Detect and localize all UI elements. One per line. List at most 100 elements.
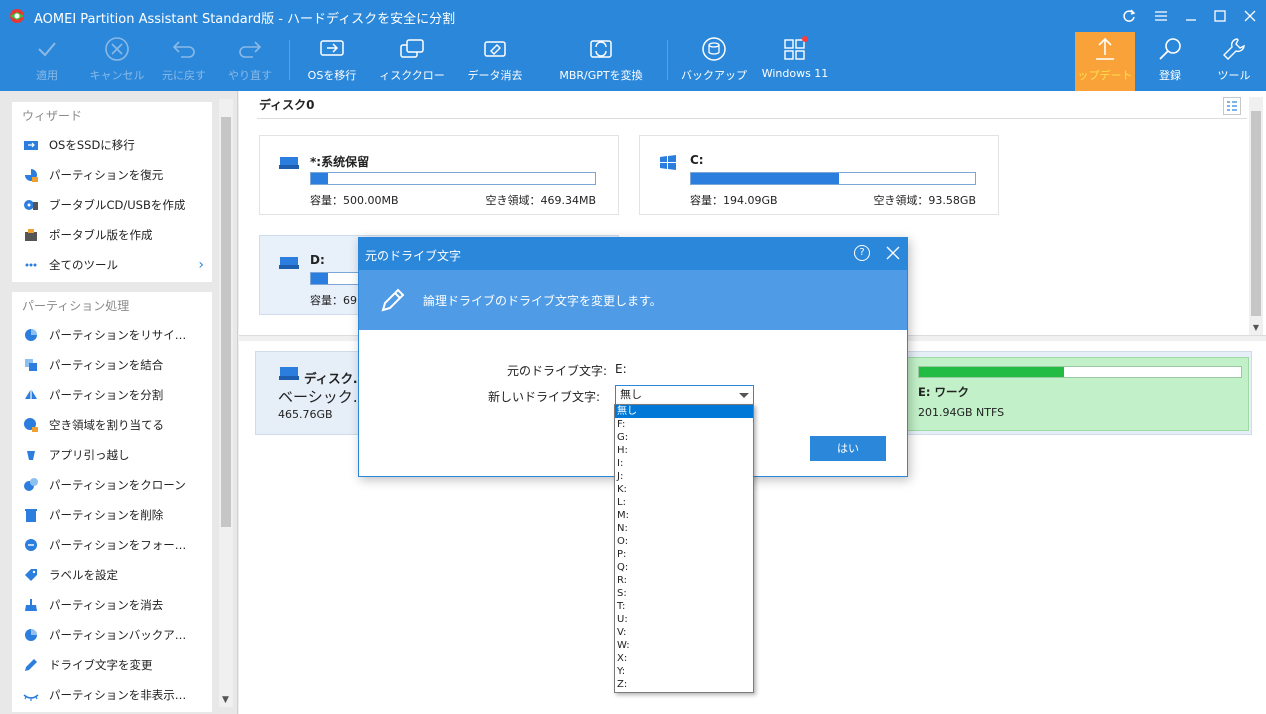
drive-letter-option[interactable]: P: (615, 548, 753, 561)
minimize-button[interactable] (1176, 0, 1206, 32)
bootable-icon (22, 196, 40, 214)
partition-op-item[interactable]: ドライブ文字を変更 (12, 650, 212, 680)
main-scroll-thumb[interactable] (1251, 111, 1261, 316)
sidebar-scrollbar[interactable]: ▼ (219, 99, 233, 707)
partition-op-item[interactable]: パーティションを非表示… (12, 680, 212, 710)
drive-letter-option[interactable]: X: (615, 652, 753, 665)
drive-letter-option[interactable]: U: (615, 613, 753, 626)
drive-letter-option[interactable]: T: (615, 600, 753, 613)
partition-op-item[interactable]: パーティションを削除 (12, 500, 212, 530)
scroll-down-arrow-icon[interactable]: ▼ (1249, 323, 1263, 335)
data-wipe-button[interactable]: データ消去 (462, 32, 528, 91)
drive-letter-option[interactable]: L: (615, 496, 753, 509)
new-letter-select[interactable]: 無し (615, 385, 754, 405)
mbr-gpt-button[interactable]: MBR/GPTを変換 (556, 32, 646, 91)
dialog-banner: 論理ドライブのドライブ文字を変更します。 (359, 270, 907, 330)
drive-letter-option[interactable]: J: (615, 470, 753, 483)
drive-letter-dropdown: 無し F: G: H: I: J: K: L: M: N: O: P: Q: R: S: T: U: V: W: X:… (614, 404, 754, 693)
sidebar-scroll-thumb[interactable] (221, 117, 231, 527)
drive-letter-option[interactable]: R: (615, 574, 753, 587)
undo-label: 元に戻す (162, 69, 206, 82)
wipe-icon (22, 596, 40, 614)
scroll-down-arrow-icon[interactable]: ▼ (222, 695, 229, 705)
wizard-item[interactable]: OSをSSDに移行 (12, 130, 212, 160)
partition-op-item[interactable]: パーティションを分割 (12, 380, 212, 410)
merge-icon (22, 356, 40, 374)
search-key-icon (1159, 38, 1181, 60)
wizard-item[interactable]: 全てのツール › (12, 250, 212, 280)
wrench-icon (1223, 38, 1245, 60)
mbr-gpt-label: MBR/GPTを変換 (559, 69, 643, 82)
drive-letter-option[interactable]: Z: (615, 678, 753, 691)
drive-letter-option[interactable]: M: (615, 509, 753, 522)
new-letter-value: 無し (620, 388, 642, 401)
drive-letter-option[interactable]: K: (615, 483, 753, 496)
maximize-icon (1214, 10, 1226, 22)
register-button[interactable]: 登録 (1142, 32, 1198, 91)
undo-button[interactable]: 元に戻す (156, 32, 212, 91)
drive-letter-option[interactable]: F: (615, 418, 753, 431)
partition-card[interactable]: *:系统保留 容量：500.00MB 空き領域：469.34MB (259, 135, 619, 215)
drive-letter-option[interactable]: 無し (615, 405, 753, 418)
partition-op-item-label: ラベルを設定 (49, 568, 118, 582)
allocate-icon (22, 416, 40, 434)
wizard-item[interactable]: パーティションを復元 (12, 160, 212, 190)
partition-op-item-label: 空き領域を割り当てる (49, 418, 164, 432)
apply-button[interactable]: 適用 (22, 32, 72, 91)
refresh-button[interactable] (1114, 0, 1144, 32)
wizard-item[interactable]: ブータブルCD/USBを作成 (12, 190, 212, 220)
wizard-panel: ウィザード OSをSSDに移行 パーティションを復元 ブータブルCD/USBを作成ポ… (12, 102, 212, 282)
drive-letter-option[interactable]: W: (615, 639, 753, 652)
dialog-close-button[interactable] (883, 243, 903, 263)
undo-icon (172, 41, 195, 58)
tools-button[interactable]: ツール (1206, 32, 1262, 91)
drive-icon (278, 154, 300, 175)
upgrade-button[interactable]: ップデート (1075, 32, 1135, 91)
drive-letter-option[interactable]: V: (615, 626, 753, 639)
partition-op-item[interactable]: 空き領域を割り当てる (12, 410, 212, 440)
original-letter-value: E: (615, 362, 627, 376)
wizard-item-label: ブータブルCD/USBを作成 (49, 198, 186, 212)
partition-op-item[interactable]: パーティションバックア… (12, 620, 212, 650)
menu-button[interactable] (1146, 0, 1176, 32)
drive-letter-option[interactable]: G: (615, 431, 753, 444)
partition-op-item-label: パーティションを非表示… (49, 688, 187, 702)
close-icon (886, 246, 900, 260)
migrate-os-button[interactable]: OSを移行 (302, 32, 362, 91)
drive-letter-option[interactable]: Q: (615, 561, 753, 574)
drive-letter-option[interactable]: N: (615, 522, 753, 535)
partition-op-item-label: パーティションを削除 (49, 508, 164, 522)
close-window-button[interactable] (1235, 0, 1265, 32)
disk-heading: ディスク0 (259, 98, 315, 112)
partition-card[interactable]: C: 容量：194.09GB 空き領域：93.58GB (639, 135, 999, 215)
drive-letter-option[interactable]: Y: (615, 665, 753, 678)
partition-op-item[interactable]: ラベルを設定 (12, 560, 212, 590)
redo-label: やり直す (228, 69, 272, 82)
windows11-button[interactable]: Windows 11 (762, 32, 828, 91)
redo-button[interactable]: やり直す (222, 32, 278, 91)
partition-title: パーティション処理 (22, 299, 130, 313)
maximize-button[interactable] (1205, 0, 1235, 32)
cancel-button[interactable]: キャンセル (84, 32, 150, 91)
ok-button[interactable]: はい (810, 436, 886, 461)
partition-e-block[interactable]: E: ワーク 201.94GB NTFS (905, 357, 1249, 431)
help-icon[interactable]: ? (854, 245, 870, 261)
backup-button[interactable]: バックアップ (676, 32, 752, 91)
partition-op-item[interactable]: パーティションを消去 (12, 590, 212, 620)
partition-op-item[interactable]: パーティションをクローン (12, 470, 212, 500)
drive-letter-option[interactable]: I: (615, 457, 753, 470)
partition-op-item[interactable]: アプリ引っ越し (12, 440, 212, 470)
disk-clone-button[interactable]: ィスククロー (374, 32, 450, 91)
partition-op-item[interactable]: パーティションをフォー… (12, 530, 212, 560)
main-scrollbar[interactable]: ▼ (1249, 97, 1263, 335)
partition-op-item[interactable]: パーティションをリサイ… (12, 320, 212, 350)
view-toggle-button[interactable] (1223, 97, 1241, 115)
drive-letter-option[interactable]: S: (615, 587, 753, 600)
drive-letter-option[interactable]: H: (615, 444, 753, 457)
partition-op-item[interactable]: パーティションを結合 (12, 350, 212, 380)
dialog-titlebar: 元のドライブ文字 ? (359, 238, 907, 270)
drive-letter-option[interactable]: O: (615, 535, 753, 548)
wizard-item[interactable]: ポータブル版を作成 (12, 220, 212, 250)
upgrade-label: ップデート (1077, 69, 1133, 82)
split-icon (22, 386, 40, 404)
